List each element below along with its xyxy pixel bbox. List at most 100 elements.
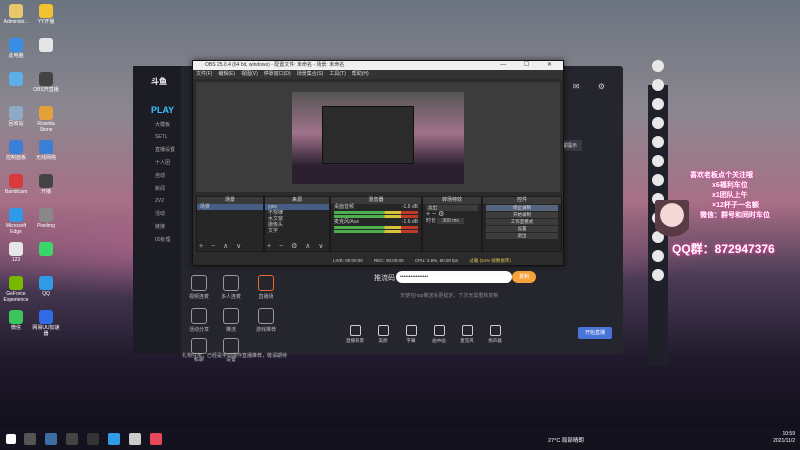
weather-widget[interactable]: 27°C 局部晴朗 xyxy=(548,436,584,444)
clock-time: 10:59 xyxy=(782,431,795,437)
viewer-avatar-icon[interactable] xyxy=(652,136,664,148)
tool-4[interactable]: 麦克风 xyxy=(452,325,482,344)
play-tab[interactable]: PLAY xyxy=(133,87,181,115)
obs-titlebar[interactable]: OBS 25.0.4 (64 bit, windows) - 配置文件: 未命名… xyxy=(193,61,563,70)
desktop-icon[interactable]: 123 xyxy=(2,242,30,263)
quick-item-7[interactable]: 设置 xyxy=(214,338,248,363)
desktop-icon[interactable]: 无线网络 xyxy=(32,140,60,161)
desktop-icon[interactable]: 控制面板 xyxy=(2,140,30,161)
desktop-icon[interactable]: 微信 xyxy=(2,310,30,331)
desktop-icon[interactable]: Administr... xyxy=(2,4,30,25)
sidebar-item[interactable]: 2V2 xyxy=(133,192,181,204)
control-button[interactable]: 停止录制 xyxy=(486,205,558,211)
desktop-icon[interactable]: Pixelmg xyxy=(32,208,60,229)
desktop-icon[interactable] xyxy=(2,72,30,87)
obs-preview[interactable] xyxy=(196,82,560,192)
scene-item[interactable]: 场景 xyxy=(197,204,263,210)
viewer-avatar-icon[interactable] xyxy=(652,98,664,110)
control-button[interactable]: 工作室模式 xyxy=(486,219,558,225)
sidebar-item[interactable]: 自动 xyxy=(133,166,181,179)
desktop-icon[interactable]: 回收站 xyxy=(2,106,30,127)
tool-2[interactable]: 字幕 xyxy=(396,325,426,344)
bottom-toolbar: 直播背景 美颜 字幕 画中画 麦克风 扬声器 xyxy=(340,325,610,349)
viewer-avatar-icon[interactable] xyxy=(652,60,664,72)
app-icon[interactable] xyxy=(66,433,78,445)
sidebar-item[interactable]: 新闻 xyxy=(133,179,181,192)
quick-item-5[interactable]: 游戏推荐 xyxy=(249,308,283,333)
system-clock[interactable]: 10:59 2021/11/2 xyxy=(773,431,795,445)
viewer-avatar-icon[interactable] xyxy=(652,155,664,167)
dock-mixer: 混音器 桌面音频 -1.6 dB 麦克风/Aux -1.6 dB xyxy=(330,196,422,252)
quick-item-1[interactable]: 多人连麦 xyxy=(214,275,248,300)
overlay-line-0: 喜欢老板点个关注哦 xyxy=(690,172,753,179)
sidebar-item[interactable]: 直播设置 xyxy=(133,140,181,153)
scene-dock-buttons[interactable]: + − ∧ ∨ xyxy=(199,242,244,250)
obs-menu-item[interactable]: 场景集合(S) xyxy=(297,71,324,77)
desktop-icon[interactable] xyxy=(32,242,60,257)
dock-controls: 控件 停止录制 开始录制 工作室模式 设置 退出 xyxy=(482,196,562,252)
start-live-button[interactable]: 开始直播 xyxy=(578,327,612,339)
desktop-icon-label: 微信 xyxy=(10,325,21,331)
viewer-avatar-icon[interactable] xyxy=(652,269,664,281)
dock-transitions: 转场特效 淡出 + − ⚙ 时长 300 ms xyxy=(422,196,482,252)
control-button[interactable]: 开始录制 xyxy=(486,212,558,218)
app-shortcut-icon xyxy=(39,4,53,18)
tool-5[interactable]: 扬声器 xyxy=(480,325,510,344)
mixer-track: 麦克风/Aux -1.6 dB xyxy=(334,219,418,225)
douyu-icon[interactable] xyxy=(150,433,162,445)
sidebar-item[interactable]: 00处理 xyxy=(133,230,181,243)
desktop-icon[interactable]: QQ xyxy=(32,276,60,297)
copy-button[interactable]: 复制 xyxy=(512,271,536,283)
obs-menu-item[interactable]: 文件(F) xyxy=(196,71,212,77)
quick-item-4[interactable]: 推流 xyxy=(214,308,248,333)
desktop-icon[interactable]: OBS开直播 xyxy=(32,72,60,93)
audio-meter xyxy=(334,230,418,233)
desktop-icon[interactable] xyxy=(32,38,60,53)
edge-icon[interactable] xyxy=(108,433,120,445)
obs-menu-item[interactable]: 编辑(E) xyxy=(218,71,235,77)
sidebar-item[interactable]: SETL xyxy=(133,128,181,140)
windows-start-icon[interactable] xyxy=(6,434,16,444)
search-icon[interactable] xyxy=(24,433,36,445)
desktop-icon[interactable]: Microsoft Edge xyxy=(2,208,30,235)
quick-item-2[interactable]: 直播场 xyxy=(249,275,283,300)
viewer-avatar-icon[interactable] xyxy=(652,117,664,129)
tool-0[interactable]: 直播背景 xyxy=(340,325,370,344)
quick-item-3[interactable]: 活动分享 xyxy=(182,308,216,333)
desktop-icon[interactable]: 网易UU加速器 xyxy=(32,310,60,337)
sidebar-item[interactable]: 十人团 xyxy=(133,153,181,166)
desktop-icon[interactable]: 此电脑 xyxy=(2,38,30,59)
sidebar-item[interactable]: 大模板 xyxy=(133,115,181,128)
obs-menu-item[interactable]: 工具(T) xyxy=(329,71,345,77)
obs-menu-item[interactable]: 帮助(H) xyxy=(352,71,369,77)
viewer-avatar-icon[interactable] xyxy=(652,79,664,91)
source-dock-buttons[interactable]: + − ⚙ ∧ ∨ xyxy=(267,242,326,250)
sidebar-item[interactable]: 活动 xyxy=(133,204,181,217)
sidebar-item[interactable]: 链接 xyxy=(133,217,181,230)
app-icon[interactable] xyxy=(129,433,141,445)
control-button[interactable]: 退出 xyxy=(486,233,558,239)
control-button[interactable]: 设置 xyxy=(486,226,558,232)
quick-item-6[interactable]: 私聊 xyxy=(182,338,216,363)
stream-code-field[interactable]: •••••••••••••••• xyxy=(396,271,512,283)
desktop-icon[interactable]: 开播 xyxy=(32,174,60,195)
duration-field[interactable]: 300 ms xyxy=(437,218,464,224)
steam-icon[interactable] xyxy=(45,433,57,445)
desktop-icon[interactable]: Bandicam xyxy=(2,174,30,195)
overlay-line-1: x6福利车位 xyxy=(712,182,748,189)
app-shortcut-icon xyxy=(39,242,53,256)
tool-1[interactable]: 美颜 xyxy=(368,325,398,344)
obs-menu-item[interactable]: 停靠窗口(D) xyxy=(264,71,291,77)
quick-item-0[interactable]: 视频连麦 xyxy=(182,275,216,300)
source-item[interactable]: 文字 xyxy=(265,228,329,234)
desktop-icon[interactable]: Rosetta Stone xyxy=(32,106,60,133)
dock-sources: 来源 ypw 不规律 水文窗 摄像头 文字 + − ⚙ ∧ ∨ xyxy=(264,196,330,252)
desktop-icon[interactable]: GeForce Experience xyxy=(2,276,30,303)
desktop-icon[interactable]: YY开播 xyxy=(32,4,60,25)
window-controls[interactable]: — ☐ ✕ xyxy=(500,61,560,70)
obs-menu-item[interactable]: 视图(V) xyxy=(241,71,258,77)
obs-window: OBS 25.0.4 (64 bit, windows) - 配置文件: 未命名… xyxy=(192,60,564,266)
tool-3[interactable]: 画中画 xyxy=(424,325,454,344)
obs-taskbar-icon[interactable] xyxy=(87,433,99,445)
dock-sources-title: 来源 xyxy=(265,197,329,204)
